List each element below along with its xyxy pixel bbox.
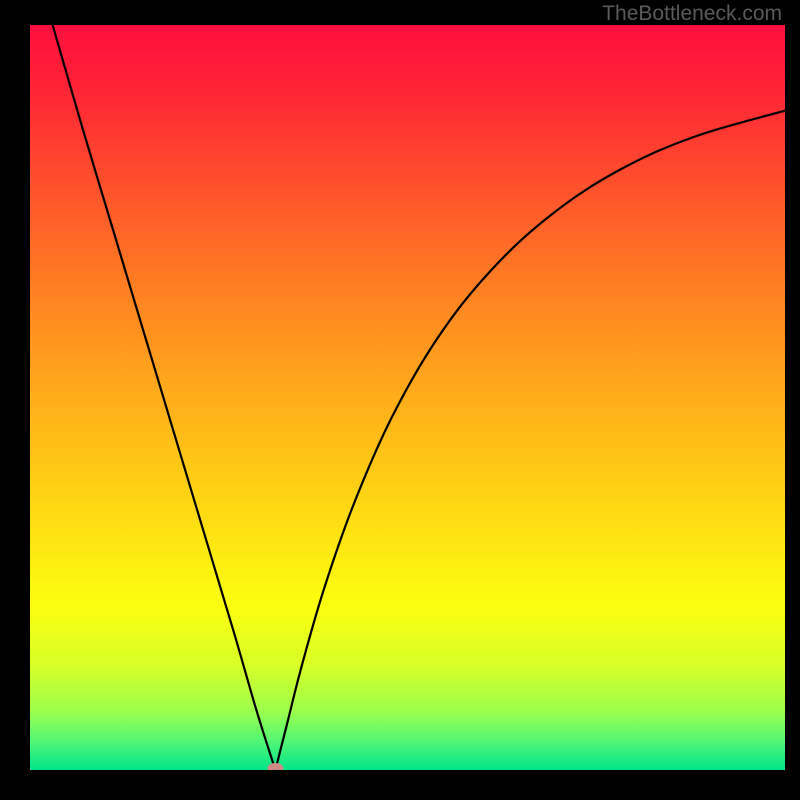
watermark-text: TheBottleneck.com (602, 2, 782, 26)
chart-svg (30, 25, 785, 770)
chart-plot-area (30, 25, 785, 770)
chart-background (30, 25, 785, 770)
